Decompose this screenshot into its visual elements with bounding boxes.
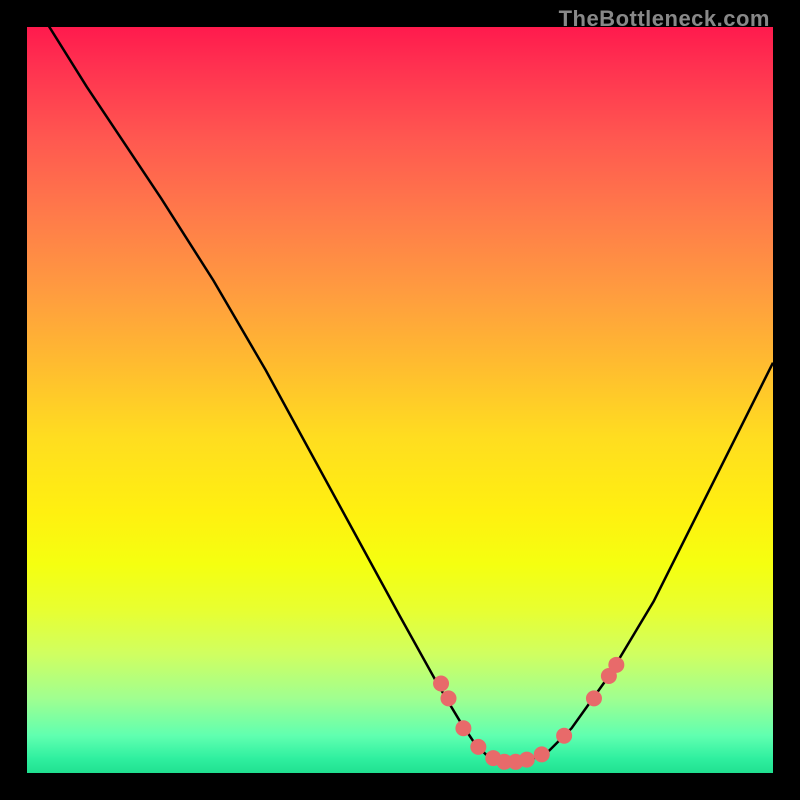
curve-line [27,27,773,762]
watermark-text: TheBottleneck.com [559,6,770,32]
data-dots [433,657,624,770]
chart-container: { "watermark": "TheBottleneck.com", "cha… [0,0,800,800]
chart-svg [27,27,773,773]
